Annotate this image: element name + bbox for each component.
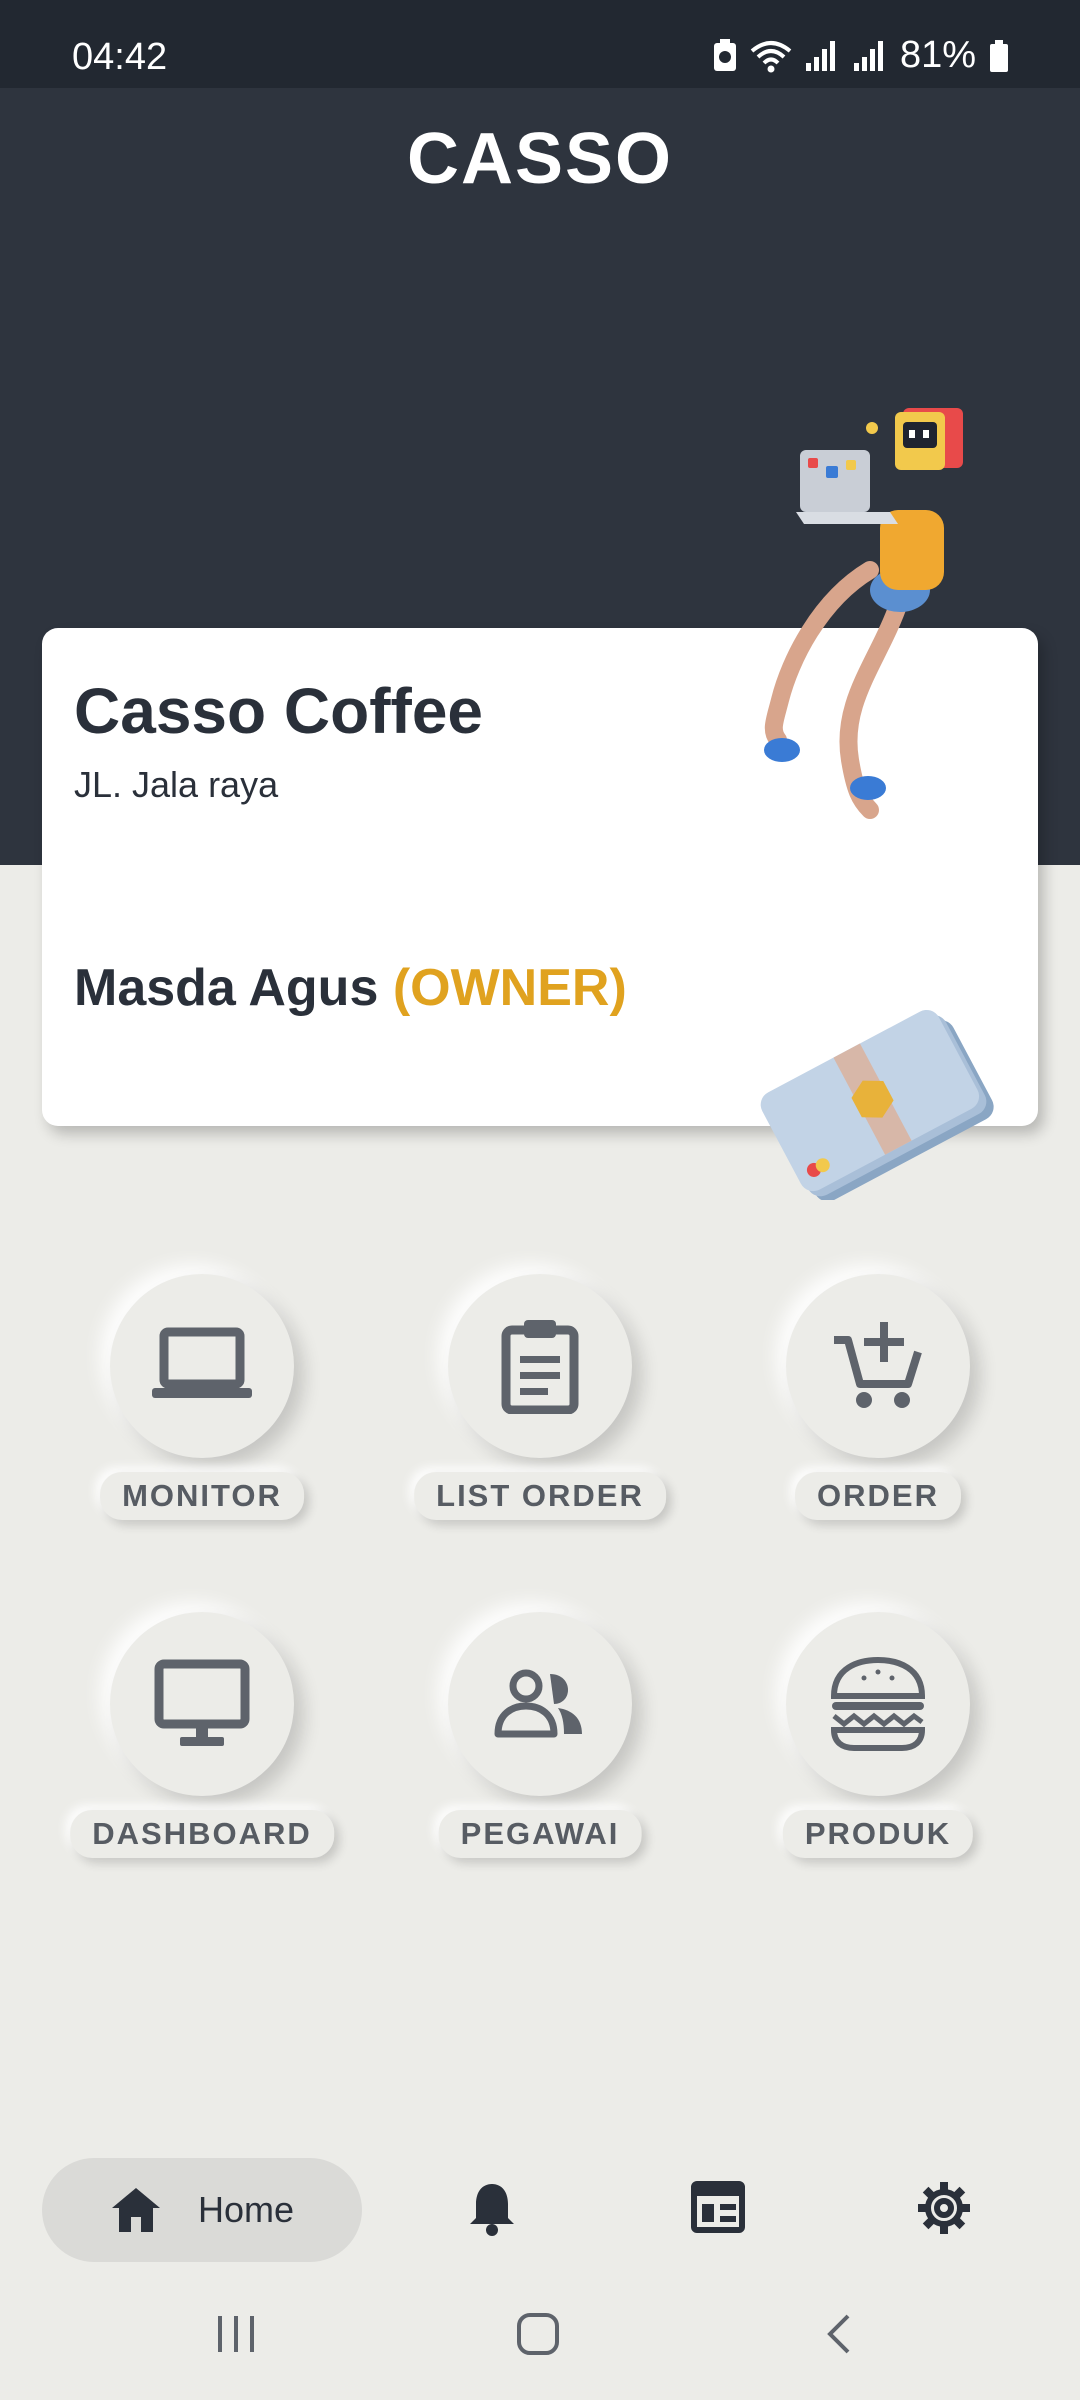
user-role: (OWNER) (392, 959, 627, 1017)
battery-saver-icon (713, 38, 736, 71)
menu-dashboard-label[interactable]: DASHBOARD (70, 1810, 334, 1858)
status-icons: 81% (712, 34, 1010, 77)
nav-home[interactable]: Home (42, 2158, 362, 2262)
menu-monitor[interactable]: MONITOR (32, 1274, 372, 1574)
user-line: Masda Agus (OWNER) (74, 958, 627, 1018)
clipboard-icon (501, 1320, 579, 1414)
menu-pegawai[interactable]: PEGAWAI (370, 1612, 710, 1912)
nav-home-label: Home (198, 2189, 295, 2230)
user-name: Masda Agus (74, 959, 379, 1017)
home-icon (112, 2188, 160, 2232)
battery-percent: 81% (899, 34, 976, 76)
wifi-icon (750, 40, 792, 72)
menu-list-order-button[interactable] (448, 1274, 632, 1458)
burger-icon (830, 1656, 926, 1751)
desktop-monitor-icon (154, 1659, 250, 1746)
status-bar: 04:42 81% (0, 0, 1080, 88)
bottom-navigation: Home (0, 2140, 1080, 2280)
home-system-icon[interactable] (514, 2310, 562, 2358)
store-address: JL. Jala raya (74, 764, 279, 805)
people-icon (494, 1669, 582, 1738)
gear-icon[interactable] (916, 2180, 972, 2236)
menu-list-order[interactable]: LIST ORDER (370, 1274, 710, 1574)
menu-monitor-button[interactable] (110, 1274, 294, 1458)
menu-list-order-label[interactable]: LIST ORDER (414, 1472, 666, 1520)
menu-produk-label[interactable]: PRODUK (782, 1810, 974, 1858)
menu-produk-button[interactable] (786, 1612, 970, 1796)
menu-produk[interactable]: PRODUK (708, 1612, 1048, 1912)
battery-icon (990, 39, 1008, 72)
signal-icon (805, 40, 835, 71)
menu-pegawai-button[interactable] (448, 1612, 632, 1796)
signal-icon-2 (853, 40, 883, 71)
menu-dashboard-button[interactable] (110, 1612, 294, 1796)
menu-monitor-label[interactable]: MONITOR (100, 1472, 304, 1520)
bell-icon[interactable] (466, 2180, 518, 2238)
system-navigation-bar (0, 2290, 1080, 2400)
recent-apps-icon[interactable] (212, 2312, 260, 2356)
add-cart-icon (834, 1322, 922, 1408)
app-title: CASSO (406, 119, 674, 199)
status-time: 04:42 (72, 36, 168, 78)
character-illustration (764, 408, 963, 819)
calendar-list-icon[interactable] (690, 2180, 746, 2234)
menu-order-label[interactable]: ORDER (795, 1472, 961, 1520)
card-stack-illustration (760, 1009, 994, 1200)
menu-pegawai-label[interactable]: PEGAWAI (438, 1810, 642, 1858)
store-name: Casso Coffee (74, 675, 483, 747)
menu-dashboard[interactable]: DASHBOARD (32, 1612, 372, 1912)
back-icon[interactable] (822, 2312, 858, 2356)
menu-order-button[interactable] (786, 1274, 970, 1458)
menu-order[interactable]: ORDER (708, 1274, 1048, 1574)
laptop-icon (152, 1327, 252, 1398)
